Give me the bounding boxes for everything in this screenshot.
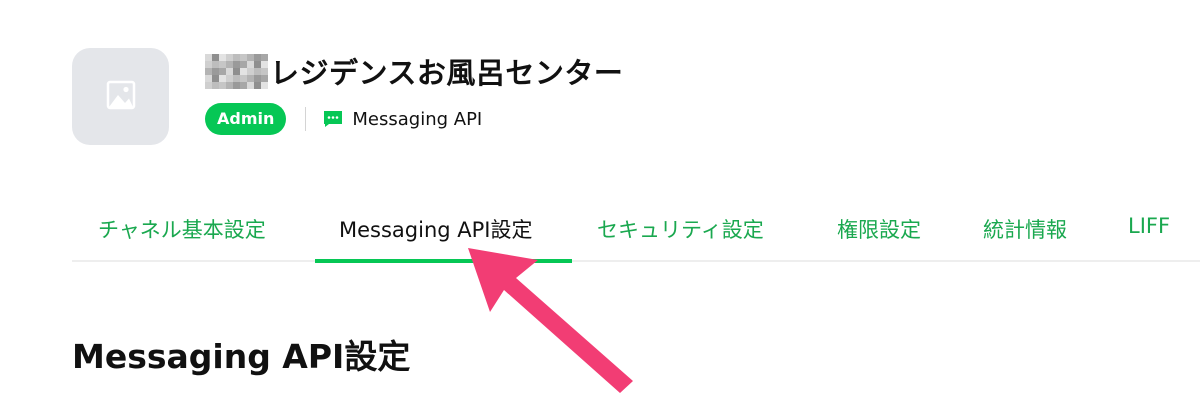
pointer-arrow-icon bbox=[468, 248, 633, 393]
channel-settings-page: レジデンスお風呂センター Admin Messaging API チャネル基本設… bbox=[0, 0, 1200, 414]
